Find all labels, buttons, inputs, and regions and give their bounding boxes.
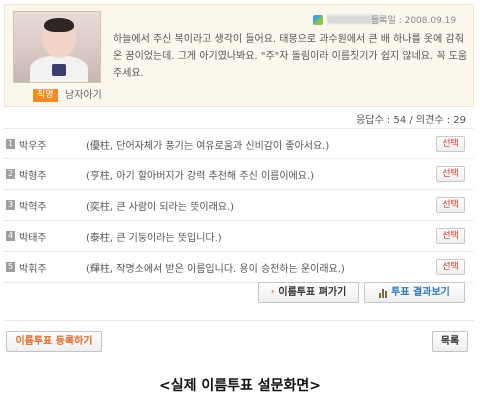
post-body: 하늘에서 주신 복이라고 생각이 들어요. 태몽으로 과수원에서 큰 배 하나를… [113, 34, 468, 79]
list-button[interactable]: 목록 [432, 331, 468, 352]
divider [4, 320, 474, 321]
vote-result-label: 투표 결과보기 [391, 287, 450, 298]
option-name: 박태주 [19, 233, 47, 244]
option-number: 3 [6, 200, 15, 210]
option-list: 1 박우주 (優柱, 단어자체가 풍기는 여유로움과 신비감이 좋아서요.) 선… [4, 128, 474, 283]
option-number: 1 [6, 139, 15, 149]
category-badge: 작명 [33, 89, 58, 102]
user-icon [313, 14, 323, 25]
option-name: 박우주 [19, 141, 47, 152]
option-name: 박혁주 [19, 202, 47, 213]
select-button[interactable]: 선택 [436, 228, 465, 244]
option-number: 5 [6, 262, 15, 272]
baby-photo [13, 11, 101, 83]
option-row: 3 박혁주 (奕柱, 큰 사람이 되라는 뜻이래요.) 선택 [4, 190, 474, 221]
select-button[interactable]: 선택 [436, 166, 465, 182]
bar-chart-icon [379, 288, 388, 298]
go-vote-label: 이름투표 펴가기 [278, 287, 347, 298]
register-vote-button[interactable]: 이름투표 등록하기 [6, 331, 102, 352]
category-text: 남자아기 [65, 90, 102, 101]
option-desc: (輝柱, 작명소에서 받은 이름입니다. 용이 승천하는 운이래요.) [86, 264, 345, 275]
caption: <실제 이름투표 설문화면> [158, 378, 321, 394]
option-number: 4 [6, 231, 15, 241]
option-row: 4 박태주 (泰柱, 큰 기둥이라는 뜻입니다.) 선택 [4, 221, 474, 252]
option-row: 1 박우주 (優柱, 단어자체가 풍기는 여유로움과 신비감이 좋아서요.) 선… [4, 128, 474, 159]
go-vote-button[interactable]: › 이름투표 펴가기 [258, 282, 359, 303]
option-row: 5 박휘주 (輝柱, 작명소에서 받은 이름입니다. 용이 승천하는 운이래요.… [4, 252, 474, 283]
select-button[interactable]: 선택 [436, 197, 465, 213]
option-name: 박휘주 [19, 264, 47, 275]
option-desc: (亨柱, 아기 할아버지가 강력 추천해 주신 이름이에요.) [86, 171, 315, 182]
vote-result-button[interactable]: 투표 결과보기 [364, 282, 465, 303]
option-number: 2 [6, 169, 15, 179]
option-row: 2 박형주 (亨柱, 아기 할아버지가 강력 추천해 주신 이름이에요.) 선택 [4, 159, 474, 190]
option-name: 박형주 [19, 171, 47, 182]
select-button[interactable]: 선택 [436, 259, 465, 275]
option-desc: (優柱, 단어자체가 풍기는 여유로움과 신비감이 좋아서요.) [86, 141, 330, 152]
response-counts: 응답수 : 54 / 의견수 : 29 [356, 115, 466, 126]
registered-date: 등록일 : 2008.09.19 [371, 16, 457, 26]
arrow-right-icon: › [270, 287, 275, 297]
select-button[interactable]: 선택 [436, 136, 465, 152]
option-desc: (奕柱, 큰 사람이 되라는 뜻이래요.) [86, 202, 235, 213]
option-desc: (泰柱, 큰 기둥이라는 뜻입니다.) [86, 233, 222, 244]
post-card: 작명 남자아기 등록일 : 2008.09.19 하늘에서 주신 복이라고 생각… [4, 4, 474, 107]
